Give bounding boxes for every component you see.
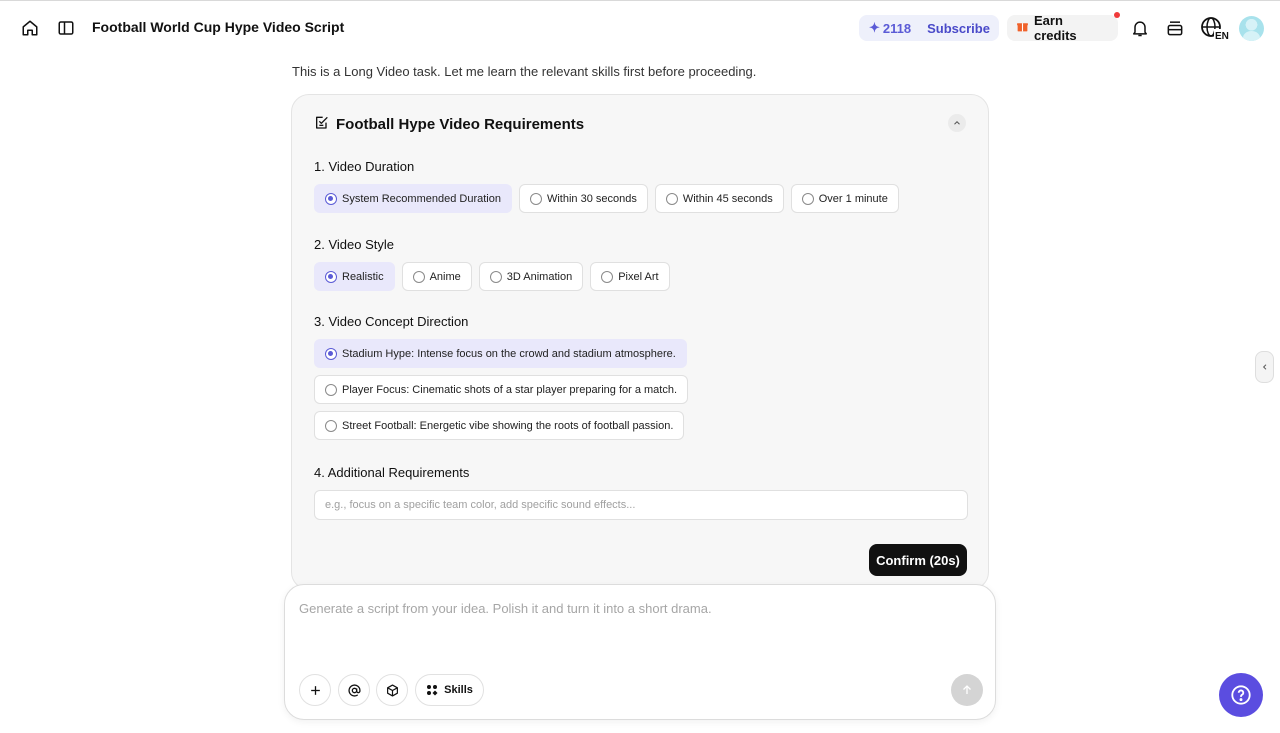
option-style-3d-animation[interactable]: 3D Animation	[478, 262, 584, 291]
bell-icon[interactable]	[1128, 16, 1152, 40]
radio-icon	[325, 347, 337, 360]
globe-icon[interactable]: EN	[1200, 16, 1230, 40]
chevron-up-icon	[954, 121, 960, 125]
sparkle-icon: ✦	[869, 20, 880, 35]
help-button[interactable]	[1219, 673, 1263, 717]
option-duration-45s[interactable]: Within 45 seconds	[654, 184, 784, 213]
radio-icon	[412, 270, 425, 283]
option-concept-street-football[interactable]: Street Football: Energetic vibe showing …	[314, 411, 685, 440]
style-options: Realistic Anime 3D Animation Pixel Art	[314, 262, 670, 291]
composer: Skills	[284, 584, 996, 720]
option-style-realistic[interactable]: Realistic	[314, 262, 395, 291]
radio-icon	[489, 270, 502, 283]
credits-pill: ✦ 2118 Subscribe	[859, 15, 999, 41]
notification-dot	[1114, 12, 1120, 18]
option-label: Pixel Art	[618, 270, 659, 283]
option-label: Within 45 seconds	[682, 192, 773, 205]
option-label: Over 1 minute	[818, 192, 888, 205]
radio-icon	[665, 192, 678, 205]
option-duration-over-1min[interactable]: Over 1 minute	[790, 184, 899, 213]
checklist-icon	[314, 114, 330, 135]
radio-icon	[325, 419, 337, 432]
plus-icon	[310, 685, 320, 695]
prompt-input[interactable]	[299, 601, 959, 641]
concept-options: Stadium Hype: Intense focus on the crowd…	[314, 339, 689, 440]
radio-icon	[325, 270, 337, 283]
skills-label: Skills	[444, 684, 473, 696]
option-label: Realistic	[342, 270, 384, 283]
option-style-anime[interactable]: Anime	[401, 262, 472, 291]
collapse-button[interactable]	[948, 114, 966, 132]
option-style-pixel-art[interactable]: Pixel Art	[590, 262, 670, 291]
section-title-additional: 4. Additional Requirements	[314, 465, 470, 480]
confirm-button[interactable]: Confirm (20s)	[869, 544, 967, 576]
home-icon[interactable]	[18, 16, 42, 40]
help-icon	[1231, 685, 1251, 705]
additional-requirements-input[interactable]	[314, 490, 968, 520]
option-duration-30s[interactable]: Within 30 seconds	[518, 184, 648, 213]
radio-icon	[325, 383, 337, 396]
option-label: Stadium Hype: Intense focus on the crowd…	[342, 347, 676, 360]
gift-icon	[1016, 20, 1029, 36]
add-button[interactable]	[299, 674, 331, 706]
card-header: Football Hype Video Requirements	[314, 114, 584, 135]
earn-credits-button[interactable]: Earn credits	[1007, 13, 1118, 43]
radio-icon	[325, 192, 337, 205]
at-icon	[347, 683, 361, 697]
arrow-up-icon	[963, 685, 971, 694]
section-title-style: 2. Video Style	[314, 237, 394, 252]
cube-icon	[386, 683, 398, 697]
option-label: System Recommended Duration	[342, 192, 501, 205]
duration-options: System Recommended Duration Within 30 se…	[314, 184, 899, 213]
option-label: Within 30 seconds	[546, 192, 637, 205]
avatar[interactable]	[1239, 16, 1264, 41]
option-concept-stadium-hype[interactable]: Stadium Hype: Intense focus on the crowd…	[314, 339, 687, 368]
model-button[interactable]	[376, 674, 408, 706]
top-bar: Football World Cup Hype Video Script ✦ 2…	[0, 0, 1280, 55]
chevron-left-icon	[1262, 364, 1266, 370]
option-label: 3D Animation	[506, 270, 573, 283]
skills-grid-icon	[427, 685, 438, 696]
layers-icon[interactable]	[1163, 16, 1187, 40]
skills-button[interactable]: Skills	[415, 674, 484, 706]
radio-icon	[801, 192, 814, 205]
sidebar-toggle-icon[interactable]	[54, 16, 78, 40]
option-label: Anime	[429, 270, 461, 283]
credits-count: 2118	[882, 20, 912, 36]
page-title: Football World Cup Hype Video Script	[92, 19, 345, 35]
earn-credits-label: Earn credits	[1034, 13, 1077, 43]
send-button[interactable]	[951, 674, 983, 706]
section-title-duration: 1. Video Duration	[314, 159, 415, 174]
card-title: Football Hype Video Requirements	[336, 116, 585, 133]
option-label: Street Football: Energetic vibe showing …	[342, 419, 674, 432]
subscribe-button[interactable]: Subscribe	[927, 21, 990, 36]
assistant-message: This is a Long Video task. Let me learn …	[292, 64, 757, 79]
radio-icon	[529, 192, 542, 205]
side-panel-toggle[interactable]	[1255, 351, 1274, 383]
radio-icon	[601, 270, 614, 283]
option-duration-recommended[interactable]: System Recommended Duration	[314, 184, 512, 213]
option-label: Player Focus: Cinematic shots of a star …	[342, 383, 678, 396]
mention-button[interactable]	[338, 674, 370, 706]
requirements-card: Football Hype Video Requirements 1. Vide…	[291, 94, 989, 590]
option-concept-player-focus[interactable]: Player Focus: Cinematic shots of a star …	[314, 375, 689, 404]
section-title-concept: 3. Video Concept Direction	[314, 314, 469, 329]
language-label: EN	[1215, 31, 1229, 40]
